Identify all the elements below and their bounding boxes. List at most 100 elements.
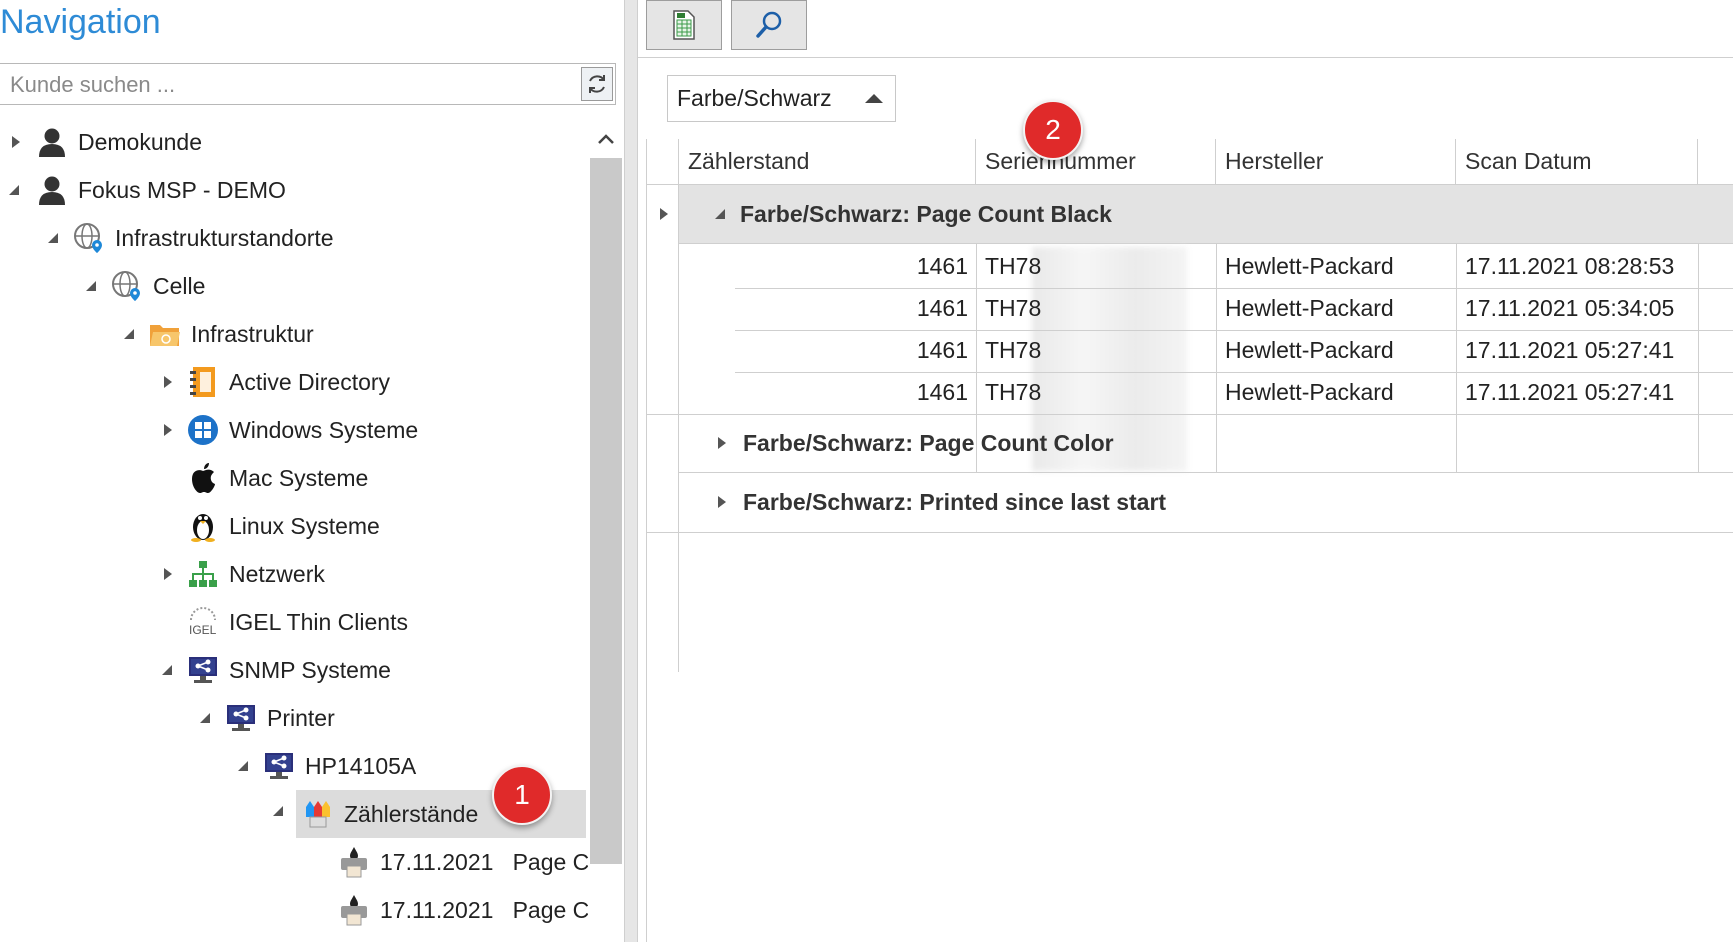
- collapse-arrow-icon[interactable]: [157, 660, 177, 680]
- tree-item-label: Demokunde: [78, 128, 203, 155]
- expand-arrow-icon[interactable]: [158, 420, 178, 440]
- scroll-up-button[interactable]: [588, 124, 624, 154]
- tree-item-snmp-systeme[interactable]: SNMP Systeme: [0, 646, 588, 694]
- customer-search-box: [0, 63, 616, 106]
- tree-item-counter-reading[interactable]: 17.11.2021 Page Co: [0, 886, 588, 934]
- navigation-tree: Demokunde Fokus MSP - DEMO Infrastruktur…: [0, 118, 588, 942]
- tree-item-label: Zählerstände: [344, 800, 479, 827]
- annotation-badge-1: 1: [492, 765, 552, 825]
- refresh-icon: [589, 75, 605, 93]
- collapse-arrow-icon[interactable]: [81, 276, 101, 296]
- scrollbar-thumb[interactable]: [590, 158, 622, 864]
- tree-item-label: Infrastrukturstandorte: [115, 224, 334, 251]
- group-by-chip[interactable]: Farbe/Schwarz: [667, 75, 896, 122]
- cell-hersteller[interactable]: Hewlett-Packard: [1225, 372, 1455, 413]
- person-icon: [36, 174, 68, 206]
- tree-item-label: Linux Systeme: [229, 512, 380, 539]
- customer-search-input[interactable]: [8, 64, 572, 106]
- column-header-label: Hersteller: [1225, 148, 1324, 174]
- column-header-scan-datum[interactable]: Scan Datum: [1456, 139, 1698, 185]
- tree-item-celle[interactable]: Celle: [0, 262, 588, 310]
- group-row-page-count-color[interactable]: Farbe/Schwarz: Page Count Color: [679, 414, 1733, 472]
- snmp-monitor-icon: [225, 702, 257, 734]
- globe-pin-icon: [73, 222, 105, 254]
- tree-item-demokunde[interactable]: Demokunde: [0, 118, 588, 166]
- tree-item-linux-systeme[interactable]: Linux Systeme: [0, 502, 588, 550]
- collapse-arrow-icon[interactable]: [195, 708, 215, 728]
- cell-zaehlerstand[interactable]: 1461: [679, 246, 968, 287]
- cell-seriennummer[interactable]: TH78: [985, 330, 1045, 371]
- tree-item-label: Windows Systeme: [229, 416, 419, 443]
- cell-scan-datum[interactable]: 17.11.2021 05:27:41: [1465, 372, 1695, 413]
- sort-ascending-icon[interactable]: [865, 94, 883, 103]
- collapse-arrow-icon[interactable]: [119, 324, 139, 344]
- column-header-seriennummer[interactable]: Seriennummer: [976, 139, 1216, 185]
- snmp-monitor-icon: [187, 654, 219, 686]
- tree-item-counter-reading[interactable]: 17.11.2021 Page Co: [0, 838, 588, 886]
- group-label: Farbe/Schwarz: Page Count Color: [743, 429, 1114, 456]
- globe-pin-icon: [111, 270, 143, 302]
- igel-icon: IGEL: [187, 606, 219, 638]
- column-header-hersteller[interactable]: Hersteller: [1216, 139, 1456, 185]
- tree-item-windows-systeme[interactable]: Windows Systeme: [0, 406, 588, 454]
- magnifier-icon: [756, 11, 782, 38]
- cell-seriennummer[interactable]: TH78: [985, 288, 1045, 329]
- tree-item-label: 17.11.2021 Page Co: [380, 848, 588, 875]
- tree-item-label: 17.11.2021 Page Co: [380, 896, 588, 923]
- address-book-icon: [187, 366, 219, 398]
- tree-item-label: Printer: [267, 704, 335, 731]
- collapse-arrow-icon[interactable]: [233, 756, 253, 776]
- cell-hersteller[interactable]: Hewlett-Packard: [1225, 288, 1455, 329]
- printer-counter-icon: [338, 846, 370, 878]
- cell-zaehlerstand[interactable]: 1461: [679, 372, 968, 413]
- cell-scan-datum[interactable]: 17.11.2021 08:28:53: [1465, 246, 1695, 287]
- pane-splitter[interactable]: [624, 0, 638, 942]
- tree-item-mac-systeme[interactable]: Mac Systeme: [0, 454, 588, 502]
- refresh-button[interactable]: [581, 67, 613, 101]
- column-header-label: Zählerstand: [688, 148, 810, 174]
- expand-arrow-icon[interactable]: [158, 372, 178, 392]
- snmp-monitor-icon: [263, 750, 295, 782]
- annotation-badge-2: 2: [1023, 100, 1083, 160]
- collapse-arrow-icon[interactable]: [714, 208, 726, 220]
- tree-item-active-directory[interactable]: Active Directory: [0, 358, 588, 406]
- tree-item-fokus-msp-demo[interactable]: Fokus MSP - DEMO: [0, 166, 588, 214]
- tree-item-label: HP14105A: [305, 752, 417, 779]
- tree-item-label: Celle: [153, 272, 206, 299]
- row-indicator-header: [647, 139, 679, 185]
- ink-cartridges-icon: [302, 798, 334, 830]
- expand-arrow-icon[interactable]: [158, 564, 178, 584]
- row-expand-arrow-icon[interactable]: [659, 207, 669, 226]
- cell-zaehlerstand[interactable]: 1461: [679, 288, 968, 329]
- tree-item-netzwerk[interactable]: Netzwerk: [0, 550, 588, 598]
- expand-arrow-icon[interactable]: [717, 495, 727, 509]
- excel-export-button[interactable]: [646, 0, 722, 50]
- cell-hersteller[interactable]: Hewlett-Packard: [1225, 330, 1455, 371]
- column-header-zaehlerstand[interactable]: Zählerstand: [679, 139, 976, 185]
- cell-zaehlerstand[interactable]: 1461: [679, 330, 968, 371]
- linux-penguin-icon: [187, 510, 219, 542]
- row-divider: [647, 532, 1733, 533]
- tree-item-label: Mac Systeme: [229, 464, 369, 491]
- expand-arrow-icon[interactable]: [717, 436, 727, 450]
- printer-counter-icon: [338, 894, 370, 926]
- tree-item-printer[interactable]: Printer: [0, 694, 588, 742]
- cell-seriennummer[interactable]: TH78: [985, 372, 1045, 413]
- tree-item-label: Netzwerk: [229, 560, 325, 587]
- cell-seriennummer[interactable]: TH78: [985, 246, 1045, 287]
- group-row-printed-since-last-start[interactable]: Farbe/Schwarz: Printed since last start: [679, 472, 1733, 532]
- tree-item-igel-thin-clients[interactable]: IGEL IGEL Thin Clients: [0, 598, 588, 646]
- search-button[interactable]: [731, 0, 807, 50]
- tree-item-infrastruktur[interactable]: Infrastruktur: [0, 310, 588, 358]
- cell-scan-datum[interactable]: 17.11.2021 05:27:41: [1465, 330, 1695, 371]
- data-grid: Zählerstand Seriennummer Hersteller Scan…: [646, 139, 1733, 942]
- cell-scan-datum[interactable]: 17.11.2021 05:34:05: [1465, 288, 1695, 329]
- group-row-page-count-black[interactable]: Farbe/Schwarz: Page Count Black: [679, 185, 1733, 243]
- collapse-arrow-icon[interactable]: [272, 804, 284, 822]
- tree-item-infrastrukturstandorte[interactable]: Infrastrukturstandorte: [0, 214, 588, 262]
- collapse-arrow-icon[interactable]: [43, 228, 63, 248]
- cell-hersteller[interactable]: Hewlett-Packard: [1225, 246, 1455, 287]
- column-header-label: Scan Datum: [1465, 148, 1592, 174]
- expand-arrow-icon[interactable]: [6, 132, 26, 152]
- collapse-arrow-icon[interactable]: [4, 180, 24, 200]
